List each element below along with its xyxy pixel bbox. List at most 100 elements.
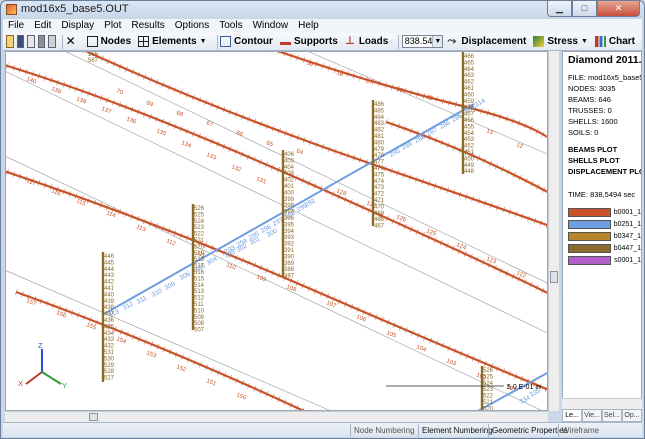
beam-element-label: 109 (255, 274, 267, 284)
blue-element-label: 286 (439, 119, 452, 130)
column-4-label: 479 (374, 147, 385, 153)
plot-type-beams: BEAMS PLOT (568, 145, 618, 154)
supports-button[interactable]: Supports (279, 36, 338, 47)
menu-window[interactable]: Window (248, 19, 294, 33)
menu-display[interactable]: Display (56, 19, 99, 33)
column-5-label: 456 (464, 118, 475, 124)
nodes-button[interactable]: Nodes (86, 36, 131, 47)
chart-button[interactable]: Chart (594, 36, 635, 47)
menu-file[interactable]: File (3, 19, 29, 33)
column-5-label: 461 (464, 86, 475, 92)
open-icon[interactable] (6, 35, 14, 48)
horizontal-scrollbar[interactable] (5, 411, 548, 422)
column-5-label: 450 (464, 156, 475, 162)
legend-entry[interactable]: s0001_1 (563, 254, 641, 266)
column-5-label: 465 (464, 60, 475, 66)
column-1-label: 446 (104, 254, 115, 260)
tab-legend[interactable]: Le... (562, 409, 582, 422)
column-1-label: 444 (104, 267, 115, 273)
close-view-button[interactable]: ✕ (66, 35, 80, 47)
loads-button[interactable]: ⊥ Loads (345, 36, 388, 48)
print-preview-icon[interactable] (27, 35, 35, 48)
column-4-label: 470 (374, 204, 385, 210)
status-element-numbering[interactable]: Element Numbering (418, 423, 493, 437)
column-3-label: 397 (284, 210, 295, 216)
plot-type-shells: SHELLS PLOT (568, 156, 620, 165)
column-3-label: 394 (284, 229, 295, 235)
vertical-scrollbar[interactable] (548, 51, 559, 411)
column-4-label: 481 (374, 134, 385, 140)
column-2-label: 521 (194, 238, 205, 244)
beam-element-label: 155 (85, 322, 97, 332)
blue-element-label: 314 (474, 97, 487, 108)
column-4-label: 474 (374, 179, 385, 185)
maximize-button[interactable]: □ (572, 1, 597, 17)
menu-edit[interactable]: Edit (29, 19, 56, 33)
column-6-label: 521 (483, 400, 494, 406)
print-icon[interactable] (37, 35, 46, 48)
tab-options[interactable]: Op... (622, 409, 642, 422)
menu-tools[interactable]: Tools (214, 19, 247, 33)
column-2-label: 515 (194, 276, 205, 282)
column-4-label: 486 (374, 102, 385, 108)
beam-element-label: 139 (50, 86, 62, 96)
beam-element-label: 15 (425, 94, 434, 102)
beam-element-label: 151 (205, 378, 217, 388)
beam-element-label: 154 (115, 336, 127, 346)
model-viewport[interactable]: 140 139 138 137 136 135 134 133 132 131 128 127 126 1… (5, 51, 548, 411)
column-3-label: 392 (284, 242, 295, 248)
column-1-label: 442 (104, 280, 115, 286)
menu-results[interactable]: Results (126, 19, 169, 33)
contour-button[interactable]: Contour (220, 36, 273, 47)
blue-element-label: 311 (136, 295, 149, 306)
time-step-select[interactable]: 838.5494 ▼ (401, 35, 444, 48)
legend-entry[interactable]: b0447_1 (563, 242, 641, 254)
menu-help[interactable]: Help (293, 19, 324, 33)
vertical-scroll-thumb[interactable] (550, 271, 558, 283)
legend-swatch (568, 231, 611, 241)
elements-button[interactable]: Elements ▼ (138, 36, 207, 47)
minimize-button[interactable]: ▁ (547, 1, 572, 17)
column-3-label: 396 (284, 216, 295, 222)
beam-element-label: 137 (100, 106, 112, 116)
horizontal-scroll-thumb[interactable] (89, 413, 98, 421)
tab-selection[interactable]: Sel... (602, 409, 622, 422)
beam-element-label: 12 (515, 142, 524, 150)
save-icon[interactable] (16, 35, 25, 48)
column-4-label: 485 (374, 108, 385, 114)
column-4-label: 483 (374, 121, 385, 127)
close-button[interactable]: ✕ (597, 1, 640, 17)
menu-options[interactable]: Options (170, 19, 214, 33)
status-wireframe[interactable]: Wireframe (558, 423, 608, 437)
tab-view[interactable]: Vie... (582, 409, 602, 422)
column-1-label: 434 (104, 331, 115, 337)
status-geometric-properties[interactable]: Geometric Properties (488, 423, 568, 437)
column-3-label: 404 (284, 165, 295, 171)
legend-entry[interactable]: b0347_1 (563, 230, 641, 242)
column-5-label: 464 (464, 67, 475, 73)
export-icon[interactable] (48, 35, 57, 48)
column-1-label: 435 (104, 324, 115, 330)
legend-entry[interactable]: b0251_1 (563, 218, 641, 230)
blue-element-label: 306 (179, 270, 192, 281)
beam-element-label: 19 (305, 60, 314, 68)
column-2-label: 511 (194, 302, 204, 308)
stress-icon (533, 36, 545, 47)
supports-icon (279, 38, 291, 45)
column-5-label: 459 (464, 99, 475, 105)
window-title: mod16x5_base5.OUT (21, 3, 129, 15)
column-1-label: 445 (104, 260, 115, 266)
status-node-numbering[interactable]: Node Numbering (350, 423, 418, 437)
column-5-label: 454 (464, 131, 475, 137)
legend-entry[interactable]: b0001_1 (563, 206, 641, 218)
panel-scrollbar[interactable] (562, 398, 642, 409)
contour-icon (220, 36, 232, 47)
beam-element-label: 69 (145, 100, 154, 108)
menu-plot[interactable]: Plot (99, 19, 126, 33)
blue-element-label: 290 (389, 147, 402, 158)
column-5-label: 448 (464, 169, 475, 175)
displacement-button[interactable]: ⤳ Displacement (447, 36, 526, 48)
beam-element-label: 131 (255, 176, 267, 186)
beam-element-label: 16 (395, 86, 404, 94)
stress-button[interactable]: Stress ▼ (533, 36, 588, 47)
